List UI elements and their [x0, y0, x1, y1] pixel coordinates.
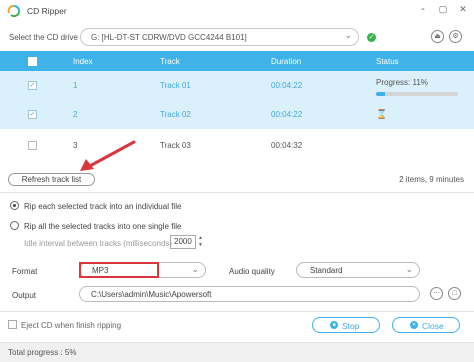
output-label: Output — [12, 291, 37, 300]
window-title: CD Ripper — [27, 6, 67, 16]
close-label: Close — [422, 321, 444, 331]
open-folder-icon[interactable]: □ — [448, 287, 461, 300]
chevron-down-icon: ⌄ — [344, 30, 352, 40]
header-duration: Duration — [271, 57, 302, 66]
total-progress-text: Total progress : 5% — [8, 348, 77, 357]
eject-drive-icon[interactable]: ⏏ — [431, 30, 444, 43]
close-button[interactable]: ✕ Close — [392, 317, 460, 333]
rip-single-label: Rip all the selected tracks into one sin… — [24, 222, 182, 231]
header-index: Index — [73, 57, 93, 66]
items-summary: 2 items, 9 minutes — [399, 175, 464, 184]
drive-select-value: G: [HL-DT-ST CDRW/DVD GCC4244 B101] — [91, 33, 247, 42]
row-progress-text: Progress: 11% — [376, 78, 428, 87]
waiting-hourglass-icon: ⌛ — [376, 109, 388, 119]
row-checkbox[interactable]: ✓ — [28, 81, 37, 90]
drive-select[interactable]: G: [HL-DT-ST CDRW/DVD GCC4244 B101] ⌄ — [80, 28, 359, 46]
header-status: Status — [376, 57, 399, 66]
settings-gear-icon[interactable]: ⚙ — [449, 30, 462, 43]
stop-label: Stop — [342, 321, 360, 331]
idle-interval-label: Idle interval between tracks (millisecon… — [24, 239, 173, 248]
divider — [0, 192, 474, 193]
table-row[interactable]: ✓ 2 Track 02 00:04:22 — [0, 100, 474, 129]
audio-quality-label: Audio quality — [229, 267, 275, 276]
title-bar: CD Ripper - ▢ ✕ — [0, 0, 474, 24]
refresh-track-list-button[interactable]: Refresh track list — [8, 173, 95, 186]
app-logo-icon — [7, 5, 21, 17]
table-header: Index Track Duration Status — [0, 51, 474, 71]
maximize-button[interactable]: ▢ — [435, 2, 451, 16]
row-checkbox[interactable] — [28, 141, 37, 150]
rip-single-radio[interactable] — [10, 221, 19, 230]
annotation-highlight-box — [79, 262, 159, 278]
rip-individual-label: Rip each selected track into an individu… — [24, 202, 182, 211]
chevron-down-icon: ⌄ — [405, 264, 413, 274]
stop-icon: ■ — [330, 321, 338, 329]
row-index: 2 — [73, 110, 78, 119]
idle-interval-input[interactable]: 2000 — [170, 235, 196, 249]
eject-cd-checkbox[interactable] — [8, 320, 17, 329]
drive-row: Select the CD drive G: [HL-DT-ST CDRW/DV… — [0, 24, 474, 52]
close-icon: ✕ — [410, 321, 418, 329]
audio-quality-value: Standard — [310, 266, 343, 275]
row-checkbox[interactable]: ✓ — [28, 110, 37, 119]
row-duration: 00:04:22 — [271, 110, 303, 119]
annotation-arrow-icon — [80, 140, 136, 171]
row-duration: 00:04:22 — [271, 81, 303, 90]
format-label: Format — [12, 267, 38, 276]
track-progress-bar — [376, 92, 458, 96]
row-index: 1 — [73, 81, 78, 90]
row-track: Track 02 — [160, 110, 191, 119]
select-all-checkbox[interactable] — [28, 57, 37, 66]
row-duration: 00:04:32 — [271, 141, 303, 150]
track-progress-fill — [376, 92, 386, 96]
header-track: Track — [160, 57, 180, 66]
drive-ready-check-icon: ✓ — [367, 33, 376, 42]
drive-label: Select the CD drive — [9, 33, 78, 42]
close-window-button[interactable]: ✕ — [455, 2, 471, 16]
rip-individual-radio[interactable] — [10, 201, 19, 210]
divider — [0, 311, 474, 312]
output-path-input[interactable]: C:\Users\admin\Music\Apowersoft — [79, 286, 420, 302]
audio-quality-select[interactable]: Standard ⌄ — [296, 262, 420, 278]
browse-more-icon[interactable]: ⋯ — [430, 287, 443, 300]
minimize-button[interactable]: - — [415, 2, 431, 16]
output-path-value: C:\Users\admin\Music\Apowersoft — [91, 290, 212, 299]
row-track: Track 01 — [160, 81, 191, 90]
status-bar: Total progress : 5% — [0, 342, 474, 362]
row-track: Track 03 — [160, 141, 191, 150]
stop-button[interactable]: ■ Stop — [312, 317, 380, 333]
idle-interval-spinner[interactable]: ▲ ▼ — [197, 235, 204, 249]
eject-cd-label: Eject CD when finish ripping — [21, 321, 122, 330]
chevron-down-icon: ⌄ — [191, 264, 199, 274]
